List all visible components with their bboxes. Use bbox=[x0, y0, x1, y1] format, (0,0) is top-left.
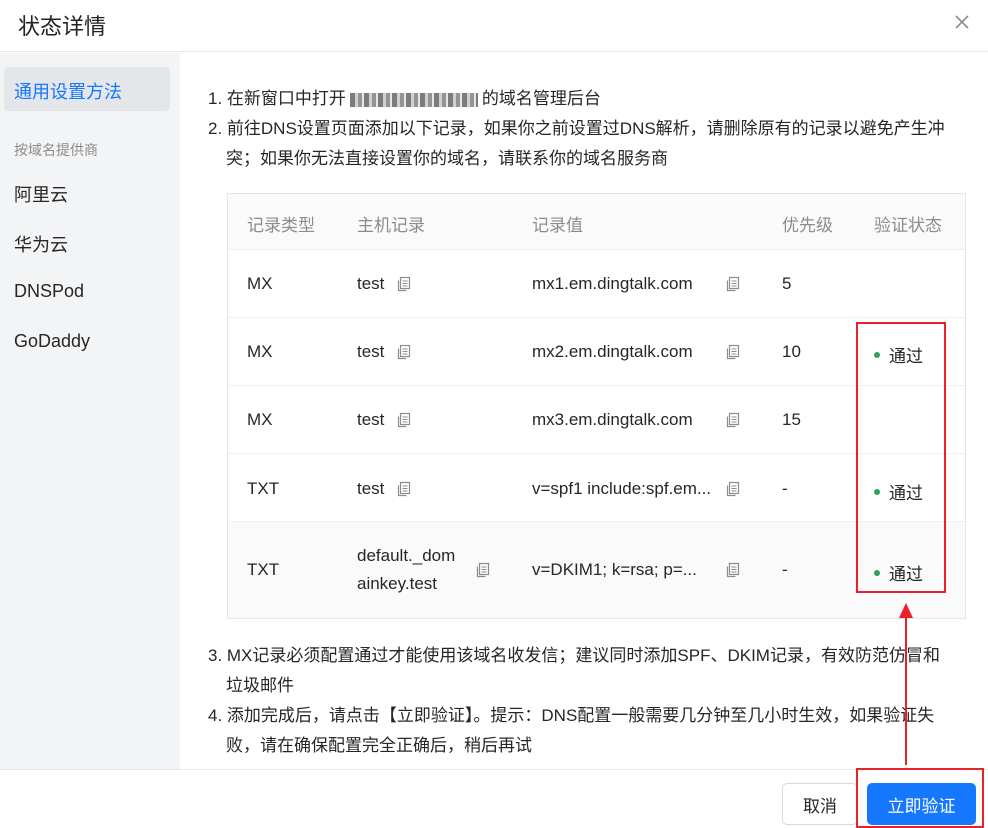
table-row: MX test mx3.em.dingtalk.com 15 bbox=[228, 386, 965, 454]
cell-host: test bbox=[357, 274, 385, 293]
cell-value: mx1.em.dingtalk.com bbox=[532, 274, 693, 293]
cell-value: v=spf1 include:spf.em... bbox=[532, 479, 712, 498]
cell-value: mx3.em.dingtalk.com bbox=[532, 410, 693, 429]
step-4-line-2: 败，请在确保配置完全正确后，稍后再试 bbox=[226, 736, 532, 755]
copy-icon[interactable] bbox=[396, 481, 412, 497]
step-2: 2. 前往DNS设置页面添加以下记录，如果你之前设置过DNS解析，请删除原有的记… bbox=[208, 114, 958, 174]
header-value: 记录值 bbox=[532, 216, 583, 235]
copy-icon[interactable] bbox=[725, 412, 741, 428]
close-icon[interactable] bbox=[948, 8, 976, 36]
copy-icon[interactable] bbox=[396, 412, 412, 428]
step-1: 1. 在新窗口中打开 的域名管理后台 bbox=[208, 84, 958, 114]
copy-icon[interactable] bbox=[725, 562, 741, 578]
copy-icon[interactable] bbox=[725, 344, 741, 360]
copy-icon[interactable] bbox=[396, 276, 412, 292]
sidebar-item-huawei[interactable]: 华为云 bbox=[14, 231, 68, 257]
cell-host: test bbox=[357, 479, 385, 498]
table-header: 记录类型 主机记录 记录值 优先级 验证状态 bbox=[228, 194, 965, 250]
cell-value: v=DKIM1; k=rsa; p=... bbox=[532, 560, 697, 579]
step-4-line-1: 4. 添加完成后，请点击【立即验证】。提示：DNS配置一般需要几分钟至几小时生效… bbox=[208, 706, 935, 725]
table-row: MX test mx2.em.dingtalk.com 10 通过 bbox=[228, 318, 965, 386]
cell-priority: - bbox=[782, 479, 788, 498]
cell-type: TXT bbox=[247, 479, 280, 498]
sidebar-item-godaddy[interactable]: GoDaddy bbox=[14, 331, 90, 352]
step-3: 3. MX记录必须配置通过才能使用该域名收发信；建议同时添加SPF、DKIM记录… bbox=[208, 641, 958, 701]
step-4: 4. 添加完成后，请点击【立即验证】。提示：DNS配置一般需要几分钟至几小时生效… bbox=[208, 701, 958, 761]
annotation-highlight-status bbox=[856, 322, 946, 593]
redacted-domain bbox=[349, 92, 478, 107]
cell-priority: 5 bbox=[782, 274, 792, 293]
table-row: TXT test v=spf1 include:spf.em... - 通过 bbox=[228, 454, 965, 522]
step-2-line-1: 2. 前往DNS设置页面添加以下记录，如果你之前设置过DNS解析，请删除原有的记… bbox=[208, 119, 945, 138]
step-2-line-2: 突；如果你无法直接设置你的域名，请联系你的域名服务商 bbox=[226, 149, 668, 168]
sidebar-item-general[interactable]: 通用设置方法 bbox=[4, 67, 170, 111]
sidebar-item-aliyun[interactable]: 阿里云 bbox=[14, 181, 68, 207]
sidebar-item-label: 通用设置方法 bbox=[14, 82, 122, 102]
cell-host: test bbox=[357, 342, 385, 361]
step-1-suffix: 的域名管理后台 bbox=[481, 89, 601, 108]
dialog-header: 状态详情 bbox=[0, 0, 988, 52]
cell-priority: - bbox=[782, 560, 788, 579]
copy-icon[interactable] bbox=[725, 276, 741, 292]
cell-priority: 10 bbox=[782, 342, 801, 361]
step-3-line-1: 3. MX记录必须配置通过才能使用该域名收发信；建议同时添加SPF、DKIM记录… bbox=[208, 646, 940, 665]
cell-host-line-2: ainkey.test bbox=[357, 574, 438, 593]
sidebar: 通用设置方法 按域名提供商 阿里云 华为云 DNSPod GoDaddy bbox=[0, 53, 180, 769]
dialog-footer: 取消 立即验证 bbox=[0, 769, 988, 828]
copy-icon[interactable] bbox=[475, 562, 491, 578]
dialog-title: 状态详情 bbox=[18, 14, 107, 39]
cell-type: MX bbox=[247, 274, 273, 293]
sidebar-item-dnspod[interactable]: DNSPod bbox=[14, 281, 84, 302]
step-1-prefix: 1. 在新窗口中打开 bbox=[208, 89, 346, 108]
table-row: MX test mx1.em.dingtalk.com 5 bbox=[228, 250, 965, 318]
step-3-line-2: 垃圾邮件 bbox=[226, 676, 294, 695]
header-status: 验证状态 bbox=[874, 216, 942, 235]
header-type: 记录类型 bbox=[247, 216, 315, 235]
cell-host: test bbox=[357, 410, 385, 429]
sidebar-group-label: 按域名提供商 bbox=[14, 142, 98, 158]
cell-priority: 15 bbox=[782, 410, 801, 429]
header-host: 主机记录 bbox=[357, 216, 425, 235]
header-priority: 优先级 bbox=[782, 216, 833, 235]
copy-icon[interactable] bbox=[396, 344, 412, 360]
copy-icon[interactable] bbox=[725, 481, 741, 497]
cell-value: mx2.em.dingtalk.com bbox=[532, 342, 693, 361]
cell-type: MX bbox=[247, 410, 273, 429]
cancel-button[interactable]: 取消 bbox=[782, 783, 858, 825]
cell-host: default._dom bbox=[357, 546, 456, 565]
annotation-highlight-verify bbox=[856, 768, 984, 828]
cell-type: MX bbox=[247, 342, 273, 361]
table-row: TXT default._dom ainkey.test v=DKIM1; k=… bbox=[228, 522, 965, 618]
cell-type: TXT bbox=[247, 560, 280, 579]
